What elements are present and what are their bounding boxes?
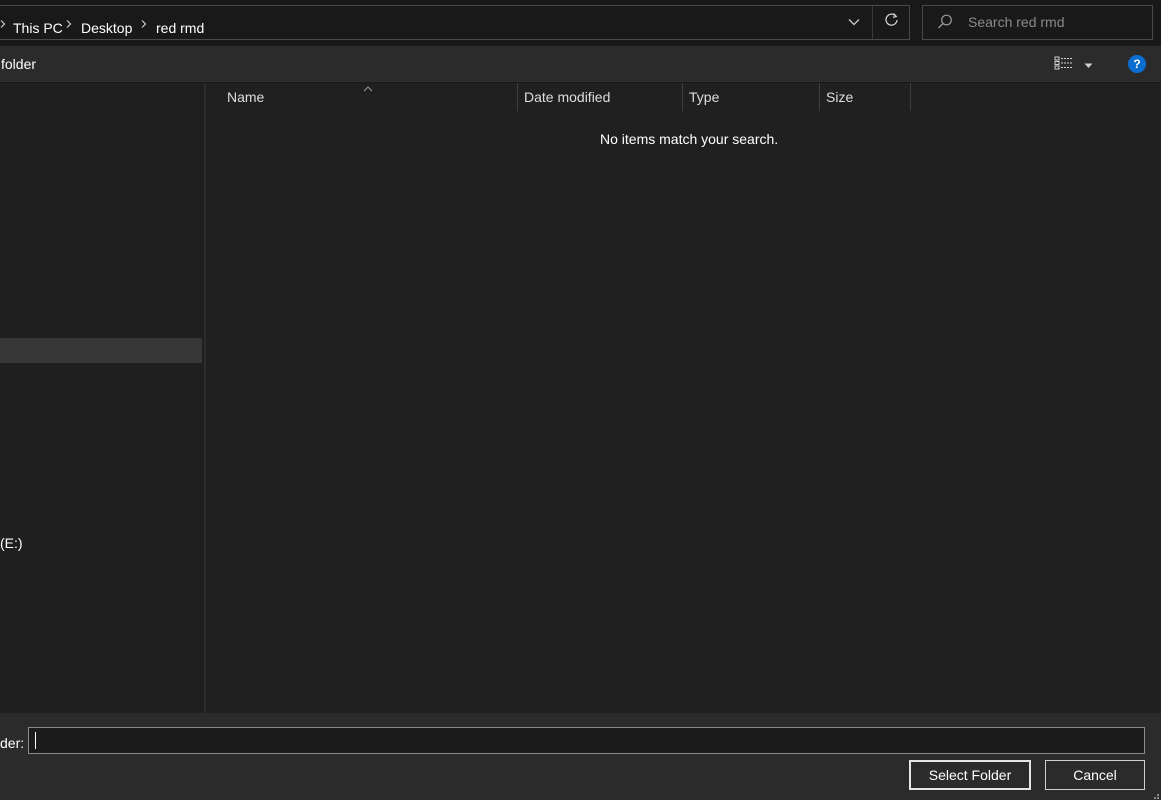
select-folder-button[interactable]: Select Folder <box>909 760 1031 790</box>
refresh-icon <box>884 12 899 30</box>
chevron-right-icon[interactable] <box>0 20 7 28</box>
caret-down-icon <box>1084 56 1093 72</box>
nav-item-drive-e[interactable]: (E:) <box>0 534 23 552</box>
address-history-button[interactable] <box>843 10 865 32</box>
change-view-button[interactable] <box>1054 54 1100 74</box>
dialog-footer: der: Select Folder Cancel <box>0 713 1161 800</box>
chevron-down-icon <box>848 13 860 29</box>
text-caret <box>35 732 36 749</box>
help-button[interactable]: ? <box>1128 55 1146 73</box>
address-bar[interactable]: This PC Desktop red rmd <box>0 5 910 40</box>
address-divider <box>872 6 873 39</box>
folder-name-input[interactable] <box>28 727 1145 754</box>
empty-search-message: No items match your search. <box>600 131 779 147</box>
chevron-right-icon[interactable] <box>140 20 148 28</box>
file-list[interactable]: Name Date modified Type Size No items ma… <box>206 83 1161 713</box>
new-folder-button[interactable]: folder <box>1 55 36 73</box>
cancel-button[interactable]: Cancel <box>1045 760 1145 790</box>
column-header-type[interactable]: Type <box>683 83 819 111</box>
column-header-date-modified[interactable]: Date modified <box>518 83 682 111</box>
folder-field-label: der: <box>0 735 25 751</box>
chevron-right-icon[interactable] <box>65 20 73 28</box>
command-bar: folder ? <box>0 46 1161 82</box>
nav-item-selected[interactable] <box>0 338 202 363</box>
sort-ascending-icon <box>362 81 374 92</box>
details-view-icon <box>1054 55 1074 74</box>
resize-grip-icon[interactable] <box>1150 790 1160 800</box>
refresh-button[interactable] <box>880 10 902 32</box>
address-bar-row: This PC Desktop red rmd Search red rmd <box>0 0 1161 46</box>
search-icon <box>936 13 954 31</box>
breadcrumb-this-pc[interactable]: This PC <box>13 19 63 37</box>
column-divider[interactable] <box>910 83 911 111</box>
breadcrumb-red-rmd[interactable]: red rmd <box>156 19 204 37</box>
help-icon: ? <box>1133 57 1141 71</box>
breadcrumb-desktop[interactable]: Desktop <box>81 19 132 37</box>
navigation-pane[interactable]: (E:) <box>0 83 204 713</box>
search-placeholder[interactable]: Search red rmd <box>968 13 1064 31</box>
column-header-size[interactable]: Size <box>820 83 910 111</box>
